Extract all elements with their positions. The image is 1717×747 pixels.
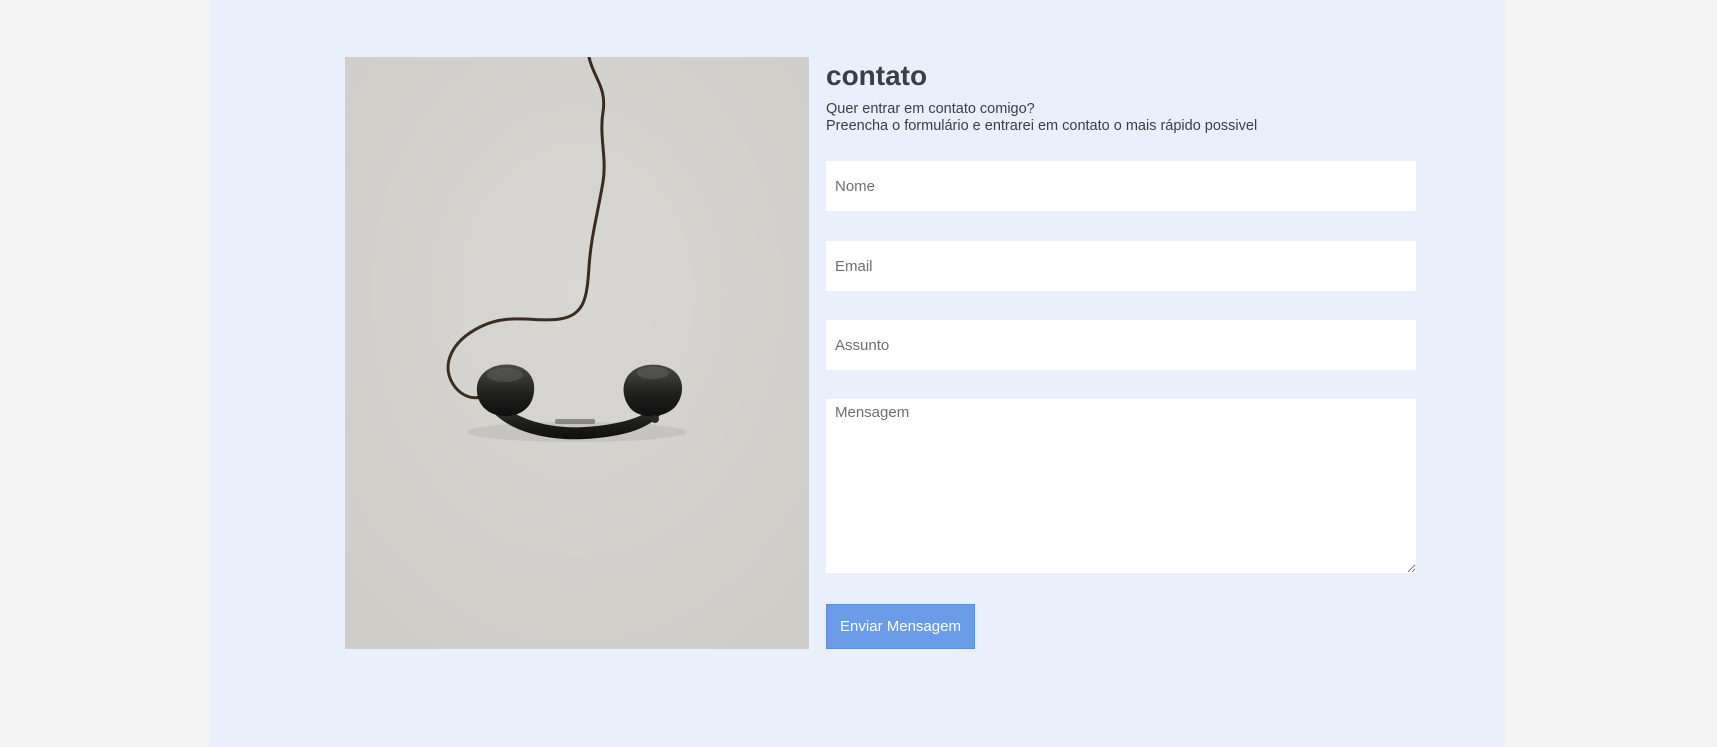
send-message-button[interactable]: Enviar Mensagem (826, 604, 975, 649)
message-textarea[interactable] (826, 399, 1416, 573)
subject-input[interactable] (826, 320, 1416, 370)
name-input[interactable] (826, 161, 1416, 211)
contact-form-panel: contato Quer entrar em contato comigo? P… (826, 57, 1416, 649)
email-input[interactable] (826, 241, 1416, 291)
contact-subtitle: Quer entrar em contato comigo? Preencha … (826, 101, 1416, 135)
contact-section: contato Quer entrar em contato comigo? P… (209, 0, 1505, 747)
page-title: contato (826, 60, 928, 91)
subtitle-line-2: Preencha o formulário e entrarei em cont… (826, 118, 1258, 134)
telephone-photo (345, 57, 809, 649)
subtitle-line-1: Quer entrar em contato comigo? (826, 101, 1035, 117)
